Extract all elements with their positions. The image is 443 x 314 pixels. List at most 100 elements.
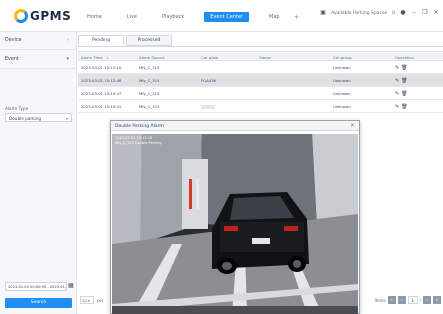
cell-time: 2023-03-01 15:13:10 bbox=[81, 65, 122, 70]
nav-home[interactable]: Home bbox=[82, 12, 107, 22]
alarm-type-value: Double parking bbox=[9, 115, 42, 121]
cell-group: Unknown bbox=[333, 104, 351, 109]
cell-time: 2023-03-01 15:12:48 bbox=[81, 78, 122, 83]
table-row[interactable]: 2023-03-01 15:10:47 Mfy_C_315 Unknown ✎ 🗑 bbox=[78, 87, 443, 100]
cell-owner bbox=[256, 74, 330, 86]
main-nav: Home Live Playback Event Center Map + bbox=[82, 12, 299, 22]
dialog-title-bar: Double Parking Alarm × bbox=[111, 121, 359, 131]
nav-live[interactable]: Live bbox=[122, 12, 142, 22]
sidebar-section-label: Device bbox=[5, 38, 22, 43]
sidebar-section-label: Event bbox=[5, 57, 19, 62]
video-osd-info: Mfy_C_315 Double Parking bbox=[115, 141, 162, 145]
chevron-down-icon: ▾ bbox=[65, 116, 68, 121]
user-icon[interactable]: ● bbox=[400, 10, 406, 16]
cell-plate: FGA036 bbox=[201, 78, 216, 83]
table-row[interactable]: 2023-03-01 15:12:48 Mfy_C_315 FGA036 Unk… bbox=[78, 74, 443, 87]
edit-icon[interactable]: ✎ bbox=[395, 92, 399, 97]
alarm-type-select[interactable]: Double parking ▾ bbox=[5, 113, 72, 122]
column-header-owner: Owner bbox=[259, 54, 272, 60]
edit-icon[interactable]: ✎ bbox=[395, 79, 399, 84]
table-header: Alarm Time ▾ Alarm Source Car plate Owner… bbox=[78, 51, 443, 61]
nav-map[interactable]: Map bbox=[264, 12, 285, 22]
column-header-operation: Operation bbox=[395, 54, 414, 60]
top-bar: GPMS Home Live Playback Event Center Map… bbox=[0, 0, 443, 32]
nav-event-center[interactable]: Event Center bbox=[204, 12, 250, 22]
items-label: Items bbox=[374, 297, 386, 303]
cell-operation: ✎ 🗑 bbox=[392, 74, 443, 86]
prev-page-button[interactable]: ‹ bbox=[397, 296, 406, 304]
page-size-select[interactable]: 20 ▾ bbox=[80, 296, 94, 304]
chevron-down-icon: ▾ bbox=[66, 56, 69, 62]
chevron-right-icon: › bbox=[67, 37, 69, 43]
tab-processed[interactable]: Processed bbox=[126, 35, 172, 46]
left-panel: Device › Event ▾ Alarm Type Double parki… bbox=[0, 32, 77, 314]
logo-text: GPMS bbox=[30, 9, 72, 23]
cell-group: Unknown bbox=[333, 91, 351, 96]
delete-icon[interactable]: 🗑 bbox=[401, 79, 407, 84]
cell-source: Mfy_C_315 bbox=[139, 91, 160, 96]
video-osd-timestamp: 2023-03-01 15:12:48 bbox=[115, 136, 153, 140]
delete-icon[interactable]: 🗑 bbox=[401, 92, 407, 97]
edit-icon[interactable]: ✎ bbox=[395, 66, 399, 71]
close-icon[interactable]: ✕ bbox=[433, 10, 439, 16]
parking-label: Available Parking Spaces bbox=[331, 10, 388, 16]
cell-plate bbox=[198, 87, 256, 99]
calendar-icon[interactable]: ▦ bbox=[68, 282, 74, 289]
app-window: GPMS Home Live Playback Event Center Map… bbox=[0, 0, 443, 314]
cell-operation: ✎ 🗑 bbox=[392, 87, 443, 99]
divider bbox=[78, 46, 443, 47]
cell-source: Mfy_C_315 bbox=[139, 78, 160, 83]
pager-controls: Items « ‹ 1 / › » bbox=[374, 296, 441, 304]
column-header-plate: Car plate bbox=[201, 54, 219, 60]
cell-source: Mfy_C_315 bbox=[139, 65, 160, 70]
cell-source: Mfy_C_315 bbox=[139, 104, 160, 109]
cell-group: Unknown bbox=[333, 78, 351, 83]
column-header-time[interactable]: Alarm Time ▾ bbox=[78, 52, 136, 60]
cell-time: 2023-03-01 15:10:41 bbox=[81, 104, 122, 109]
cell-plate bbox=[198, 100, 256, 112]
delete-icon[interactable]: 🗑 bbox=[401, 105, 407, 110]
search-button[interactable]: Search bbox=[5, 298, 72, 308]
column-header-source: Alarm Source bbox=[139, 54, 165, 60]
cell-owner bbox=[256, 100, 330, 112]
first-page-button[interactable]: « bbox=[387, 296, 396, 304]
table-row[interactable]: 2023-03-01 15:10:41 Mfy_C_315 Unknown ✎ 🗑 bbox=[78, 100, 443, 113]
cell-operation: ✎ 🗑 bbox=[392, 61, 443, 73]
add-tab-icon[interactable]: + bbox=[294, 13, 300, 21]
date-range-input[interactable]: 2023-01-05 00:00:00 - 2023-01-06 bbox=[5, 282, 67, 291]
sidebar-section-event[interactable]: Event ▾ bbox=[0, 51, 77, 69]
top-right-tools: ▣ Available Parking Spaces 0 ● – ❐ ✕ bbox=[320, 10, 439, 16]
tab-pending[interactable]: Pending bbox=[78, 35, 124, 46]
restore-icon[interactable]: ❐ bbox=[422, 10, 428, 16]
sidebar-section-device[interactable]: Device › bbox=[0, 32, 77, 50]
parking-scene-image bbox=[112, 134, 358, 314]
next-page-button[interactable]: › bbox=[423, 296, 431, 304]
status-tabs: Pending Processed bbox=[78, 35, 172, 46]
minimize-icon[interactable]: – bbox=[411, 10, 417, 16]
per-page-label: per bbox=[97, 298, 104, 303]
last-page-button[interactable]: » bbox=[433, 296, 441, 304]
close-icon[interactable]: × bbox=[350, 122, 355, 129]
alarm-table: Alarm Time ▾ Alarm Source Car plate Owner… bbox=[78, 51, 443, 113]
video-player[interactable]: 2023-03-01 15:12:48 Mfy_C_315 Double Par… bbox=[112, 134, 358, 314]
delete-icon[interactable]: 🗑 bbox=[401, 66, 407, 71]
redacted-plate bbox=[201, 105, 215, 109]
cell-time: 2023-03-01 15:10:47 bbox=[81, 91, 122, 96]
cell-owner bbox=[256, 87, 330, 99]
app-logo: GPMS bbox=[14, 8, 71, 24]
table-row[interactable]: 2023-03-01 15:13:10 Mfy_C_315 Unknown ✎ 🗑 bbox=[78, 61, 443, 74]
parking-count: 0 bbox=[392, 10, 395, 16]
sort-icon[interactable]: ▾ bbox=[107, 56, 109, 60]
alarm-video-dialog: Double Parking Alarm × 2023-03-01 15:12:… bbox=[110, 120, 360, 314]
cell-group: Unknown bbox=[333, 65, 351, 70]
logo-icon bbox=[14, 9, 28, 23]
page-separator: / bbox=[419, 297, 421, 303]
alarm-type-label: Alarm Type bbox=[5, 106, 29, 111]
column-header-group: Car group bbox=[333, 54, 352, 60]
edit-icon[interactable]: ✎ bbox=[395, 105, 399, 110]
cell-plate bbox=[198, 61, 256, 73]
page-input[interactable]: 1 bbox=[407, 296, 418, 304]
nav-playback[interactable]: Playback bbox=[157, 12, 189, 22]
cell-operation: ✎ 🗑 bbox=[392, 100, 443, 112]
parking-icon: ▣ bbox=[320, 9, 326, 16]
